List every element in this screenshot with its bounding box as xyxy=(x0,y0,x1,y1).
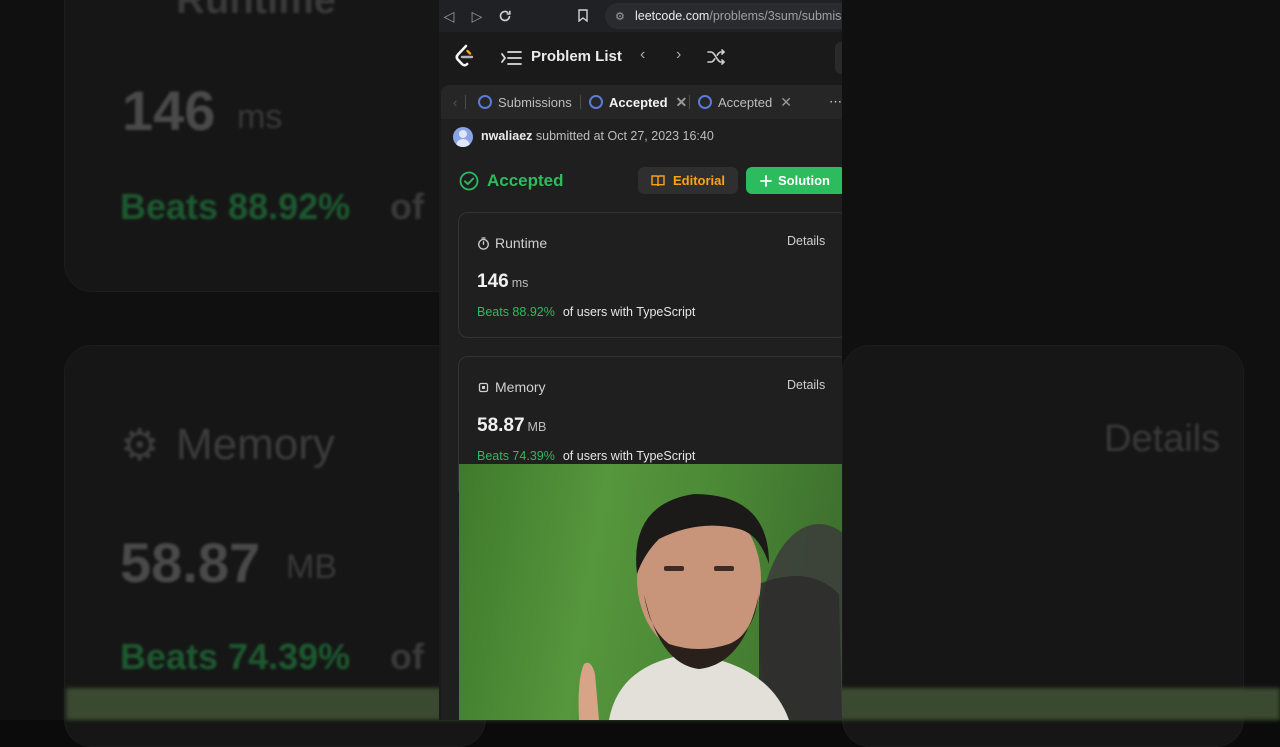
memory-beats: Beats 74.39% of users with TypeScript xyxy=(477,449,695,463)
tab-separator xyxy=(580,95,581,109)
address-bar[interactable]: ⚙ leetcode.com/problems/3sum/submiss xyxy=(605,3,842,29)
shuffle-icon[interactable] xyxy=(707,48,725,66)
bg-memory-icon: ⚙ xyxy=(120,421,160,470)
webcam-overlay xyxy=(459,464,842,720)
memory-value: 58.87 MB xyxy=(477,415,546,437)
bg-memory-unit: MB xyxy=(286,548,337,586)
tab-overflow-left[interactable]: ‹ xyxy=(453,85,457,119)
tab-bar: ‹ Submissions Accepted ✕ Accepted ✕ ⋯ xyxy=(441,85,842,119)
bg-memory-title: Memory xyxy=(176,420,335,469)
more-tabs-icon[interactable]: ⋯ xyxy=(829,85,842,119)
bg-runtime-title: Runtime xyxy=(176,0,336,22)
tab-accepted[interactable]: Accepted ✕ xyxy=(698,85,792,119)
runtime-details-link[interactable]: Details xyxy=(787,234,825,248)
check-circle-icon xyxy=(459,171,479,191)
problem-list-button[interactable]: Problem List xyxy=(531,48,622,65)
reload-icon[interactable] xyxy=(495,6,515,26)
memory-unit: MB xyxy=(527,420,547,434)
tab-separator xyxy=(465,95,466,109)
bg-details: Details xyxy=(1104,418,1221,460)
topnav-right-control[interactable] xyxy=(835,42,842,74)
screen: ◁ ▷ ⚙ leetcode.com/problems/3sum/submiss … xyxy=(439,0,842,720)
submitted-time: submitted at Oct 27, 2023 16:40 xyxy=(535,129,714,143)
site-settings-icon[interactable]: ⚙ xyxy=(615,4,627,29)
memory-number: 58.87 xyxy=(477,415,525,436)
memory-details-link[interactable]: Details xyxy=(787,378,825,392)
solution-button[interactable]: Solution xyxy=(746,167,842,194)
username-link[interactable]: nwaliaez xyxy=(481,129,532,143)
runtime-beats-suffix: of users with TypeScript xyxy=(562,305,696,319)
next-problem-icon[interactable]: › xyxy=(676,46,681,64)
clock-icon xyxy=(698,95,712,109)
editorial-label: Editorial xyxy=(672,173,725,188)
runtime-unit: ms xyxy=(511,276,529,290)
clock-icon xyxy=(589,95,603,109)
close-icon[interactable]: ✕ xyxy=(780,94,792,111)
runtime-beats-percent: Beats 88.92% xyxy=(477,305,555,319)
bg-memory-of: of xyxy=(390,636,424,677)
status-label: Accepted xyxy=(487,171,564,190)
memory-beats-suffix: of users with TypeScript xyxy=(562,449,696,463)
clock-icon xyxy=(478,95,492,109)
prev-problem-icon[interactable]: ‹ xyxy=(640,46,645,64)
tab-accepted-active[interactable]: Accepted ✕ xyxy=(589,85,687,119)
bg-runtime-unit: ms xyxy=(237,98,283,136)
bg-runtime-of: of xyxy=(390,186,424,227)
forward-icon[interactable]: ▷ xyxy=(467,6,487,26)
submission-meta: nwaliaez submitted at Oct 27, 2023 16:40 xyxy=(481,129,714,143)
runtime-beats: Beats 88.92% of users with TypeScript xyxy=(477,305,695,319)
solution-label: Solution xyxy=(778,173,830,188)
tab-label: Submissions xyxy=(498,94,572,110)
tab-label: Accepted xyxy=(609,94,668,110)
tab-label: Accepted xyxy=(718,94,773,110)
runtime-title: Runtime xyxy=(477,235,547,251)
memory-beats-percent: Beats 74.39% xyxy=(477,449,555,463)
plus-icon xyxy=(760,174,772,187)
leetcode-topnav: Problem List ‹ › xyxy=(439,32,842,84)
tab-separator xyxy=(689,95,690,109)
webcam-person-image xyxy=(578,494,842,720)
bg-runtime-card xyxy=(64,0,486,292)
url-host: leetcode.com xyxy=(635,9,710,23)
stopwatch-icon xyxy=(478,236,489,250)
browser-toolbar: ◁ ▷ ⚙ leetcode.com/problems/3sum/submiss xyxy=(439,0,842,32)
bg-memory-card-right xyxy=(842,345,1244,747)
problem-list-icon[interactable] xyxy=(501,49,523,67)
runtime-card: Runtime Details 146 ms Beats 88.92% of use… xyxy=(458,212,842,338)
status-row: Accepted xyxy=(459,171,564,191)
runtime-title-label: Runtime xyxy=(495,235,548,251)
bg-memory-beats: Beats 74.39% xyxy=(120,636,351,677)
runtime-value: 146 ms xyxy=(477,271,528,293)
editorial-button[interactable]: Editorial xyxy=(638,167,738,194)
close-icon[interactable]: ✕ xyxy=(676,94,688,111)
memory-title: Memory xyxy=(477,379,546,395)
leetcode-logo-icon[interactable] xyxy=(453,44,475,70)
chip-icon xyxy=(478,382,489,392)
memory-title-label: Memory xyxy=(495,379,546,395)
book-icon xyxy=(651,174,665,186)
url-path: /problems/3sum/submiss xyxy=(709,9,842,23)
avatar[interactable] xyxy=(453,127,473,147)
bg-runtime-value: 146 xyxy=(122,79,216,142)
bg-runtime-beats: Beats 88.92% xyxy=(120,186,351,227)
tab-submissions[interactable]: Submissions xyxy=(478,85,572,119)
back-icon[interactable]: ◁ xyxy=(439,6,459,26)
runtime-number: 146 xyxy=(477,271,509,292)
bg-memory-value: 58.87 xyxy=(120,531,261,594)
bookmark-icon[interactable] xyxy=(573,6,593,26)
